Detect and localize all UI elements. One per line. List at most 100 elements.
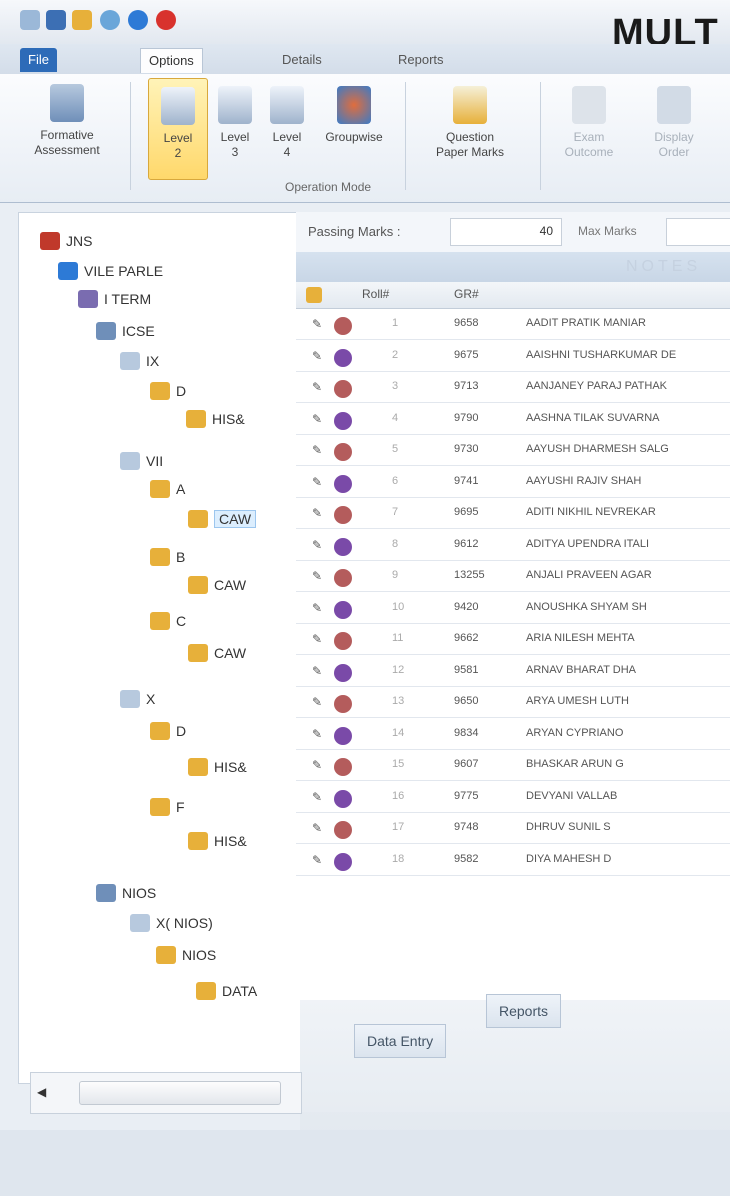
subject-icon — [188, 832, 208, 850]
table-row[interactable]: ✎ 6 9741 AAYUSHI RAJIV SHAH — [296, 466, 730, 498]
name-cell: DEVYANI VALLAB — [526, 789, 618, 802]
close-app-icon[interactable] — [156, 10, 176, 30]
edit-icon[interactable]: ✎ — [312, 695, 326, 711]
tree-node-label: X — [146, 691, 156, 707]
name-cell: ARYAN CYPRIANO — [526, 726, 624, 739]
passing-marks-bar: Passing Marks : 40 Max Marks — [296, 212, 730, 253]
tree-node[interactable]: HIS& — [188, 758, 247, 776]
tree-node[interactable]: HIS& — [186, 410, 245, 428]
edit-icon[interactable]: ✎ — [312, 632, 326, 648]
gr-cell: 9748 — [454, 821, 479, 833]
tree-node[interactable]: DATA — [196, 982, 257, 1000]
tree-node[interactable]: CAW — [188, 510, 257, 528]
edit-icon[interactable]: ✎ — [312, 443, 326, 459]
scroll-left-icon[interactable]: ◀ — [37, 1085, 46, 1099]
table-row[interactable]: ✎ 5 9730 AAYUSH DHARMESH SALG — [296, 434, 730, 466]
tree-node[interactable]: I TERM — [78, 290, 151, 308]
roll-cell: 14 — [392, 726, 405, 739]
tree-node[interactable]: X( NIOS) — [130, 914, 213, 932]
divider — [130, 82, 131, 190]
groupwise-button[interactable]: Groupwise — [318, 86, 390, 145]
table-row[interactable]: ✎ 16 9775 DEVYANI VALLAB — [296, 781, 730, 813]
edit-icon[interactable]: ✎ — [312, 853, 326, 869]
edit-icon[interactable]: ✎ — [312, 412, 326, 428]
tree-node[interactable]: HIS& — [188, 832, 247, 850]
edit-icon[interactable]: ✎ — [312, 380, 326, 396]
table-row[interactable]: ✎ 4 9790 AASHNA TILAK SUVARNA — [296, 403, 730, 435]
table-row[interactable]: ✎ 14 9834 ARYAN CYPRIANO — [296, 718, 730, 750]
level-2-button[interactable]: Level 2 — [148, 78, 208, 180]
table-row[interactable]: ✎ 1 9658 AADIT PRATIK MANIAR — [296, 308, 730, 340]
tab-reports[interactable]: Reports — [390, 48, 452, 72]
tree-node[interactable]: ICSE — [96, 322, 155, 340]
table-row[interactable]: ✎ 3 9713 AANJANEY PARAJ PATHAK — [296, 371, 730, 403]
table-row[interactable]: ✎ 7 9695 ADITI NIKHIL NEVREKAR — [296, 497, 730, 529]
refresh-icon[interactable] — [100, 10, 120, 30]
level-4-button[interactable]: Level 4 — [262, 86, 312, 160]
table-row[interactable]: ✎ 2 9675 AAISHNI TUSHARKUMAR DE — [296, 340, 730, 372]
edit-icon[interactable]: ✎ — [312, 317, 326, 333]
table-row[interactable]: ✎ 13 9650 ARYA UMESH LUTH — [296, 686, 730, 718]
edit-icon[interactable]: ✎ — [312, 727, 326, 743]
tree-node[interactable]: JNS — [40, 232, 92, 250]
tree-node[interactable]: NIOS — [156, 946, 216, 964]
edit-icon[interactable]: ✎ — [312, 349, 326, 365]
tree-node[interactable]: A — [150, 480, 185, 498]
tab-reports-bottom[interactable]: Reports — [486, 994, 562, 1028]
tree-node[interactable]: D — [150, 722, 186, 740]
tree-node[interactable]: B — [150, 548, 185, 566]
undo-icon[interactable] — [20, 10, 40, 30]
help-icon[interactable] — [128, 10, 148, 30]
edit-icon[interactable]: ✎ — [312, 790, 326, 806]
tree-node[interactable]: C — [150, 612, 186, 630]
edit-icon[interactable]: ✎ — [312, 758, 326, 774]
table-row[interactable]: ✎ 11 9662 ARIA NILESH MEHTA — [296, 623, 730, 655]
edit-icon[interactable]: ✎ — [312, 569, 326, 585]
table-row[interactable]: ✎ 17 9748 DHRUV SUNIL S — [296, 812, 730, 844]
group-icon — [337, 86, 371, 124]
horizontal-scrollbar[interactable]: ◀ — [30, 1072, 302, 1114]
tree-node[interactable]: VII — [120, 452, 163, 470]
column-roll[interactable]: Roll# — [362, 287, 389, 301]
edit-icon[interactable]: ✎ — [312, 664, 326, 680]
table-row[interactable]: ✎ 15 9607 BHASKAR ARUN G — [296, 749, 730, 781]
table-row[interactable]: ✎ 12 9581 ARNAV BHARAT DHA — [296, 655, 730, 687]
edit-icon[interactable]: ✎ — [312, 601, 326, 617]
exam-outcome-button[interactable]: Exam Outcome — [555, 86, 623, 160]
level-3-button[interactable]: Level 3 — [210, 86, 260, 160]
level-2-label: Level 2 — [163, 131, 193, 160]
table-row[interactable]: ✎ 18 9582 DIYA MAHESH D — [296, 844, 730, 876]
question-paper-marks-button[interactable]: Question Paper Marks — [420, 86, 520, 160]
student-avatar-icon — [334, 569, 352, 587]
tab-options[interactable]: Options — [140, 48, 203, 73]
class-icon — [120, 352, 140, 370]
column-gr[interactable]: GR# — [454, 287, 479, 301]
student-avatar-icon — [334, 380, 352, 398]
save-icon[interactable] — [46, 10, 66, 30]
tree-node[interactable]: VILE PARLE — [58, 262, 163, 280]
edit-icon[interactable]: ✎ — [312, 506, 326, 522]
tree-node[interactable]: CAW — [188, 576, 246, 594]
tab-data-entry[interactable]: Data Entry — [354, 1024, 447, 1058]
edit-icon[interactable]: ✎ — [312, 475, 326, 491]
max-marks-field[interactable] — [666, 218, 730, 246]
edit-icon[interactable]: ✎ — [312, 821, 326, 837]
tree-node[interactable]: CAW — [188, 644, 246, 662]
tree-node[interactable]: D — [150, 382, 186, 400]
tree-node[interactable]: F — [150, 798, 185, 816]
table-row[interactable]: ✎ 8 9612 ADITYA UPENDRA ITALI — [296, 529, 730, 561]
passing-marks-field[interactable]: 40 — [450, 218, 562, 246]
tree-node[interactable]: X — [120, 690, 155, 708]
select-all-icon[interactable] — [306, 287, 322, 303]
edit-icon[interactable]: ✎ — [312, 538, 326, 554]
folder-icon[interactable] — [72, 10, 92, 30]
table-row[interactable]: ✎ 10 9420 ANOUSHKA SHYAM SH — [296, 592, 730, 624]
table-row[interactable]: ✎ 9 13255 ANJALI PRAVEEN AGAR — [296, 560, 730, 592]
tab-details[interactable]: Details — [274, 48, 330, 72]
scroll-thumb[interactable] — [79, 1081, 281, 1105]
tree-node[interactable]: IX — [120, 352, 159, 370]
display-order-button[interactable]: Display Order — [640, 86, 708, 160]
tree-node[interactable]: NIOS — [96, 884, 156, 902]
tab-file[interactable]: File — [20, 48, 57, 72]
formative-assessment-button[interactable]: Formative Assessment — [22, 84, 112, 158]
